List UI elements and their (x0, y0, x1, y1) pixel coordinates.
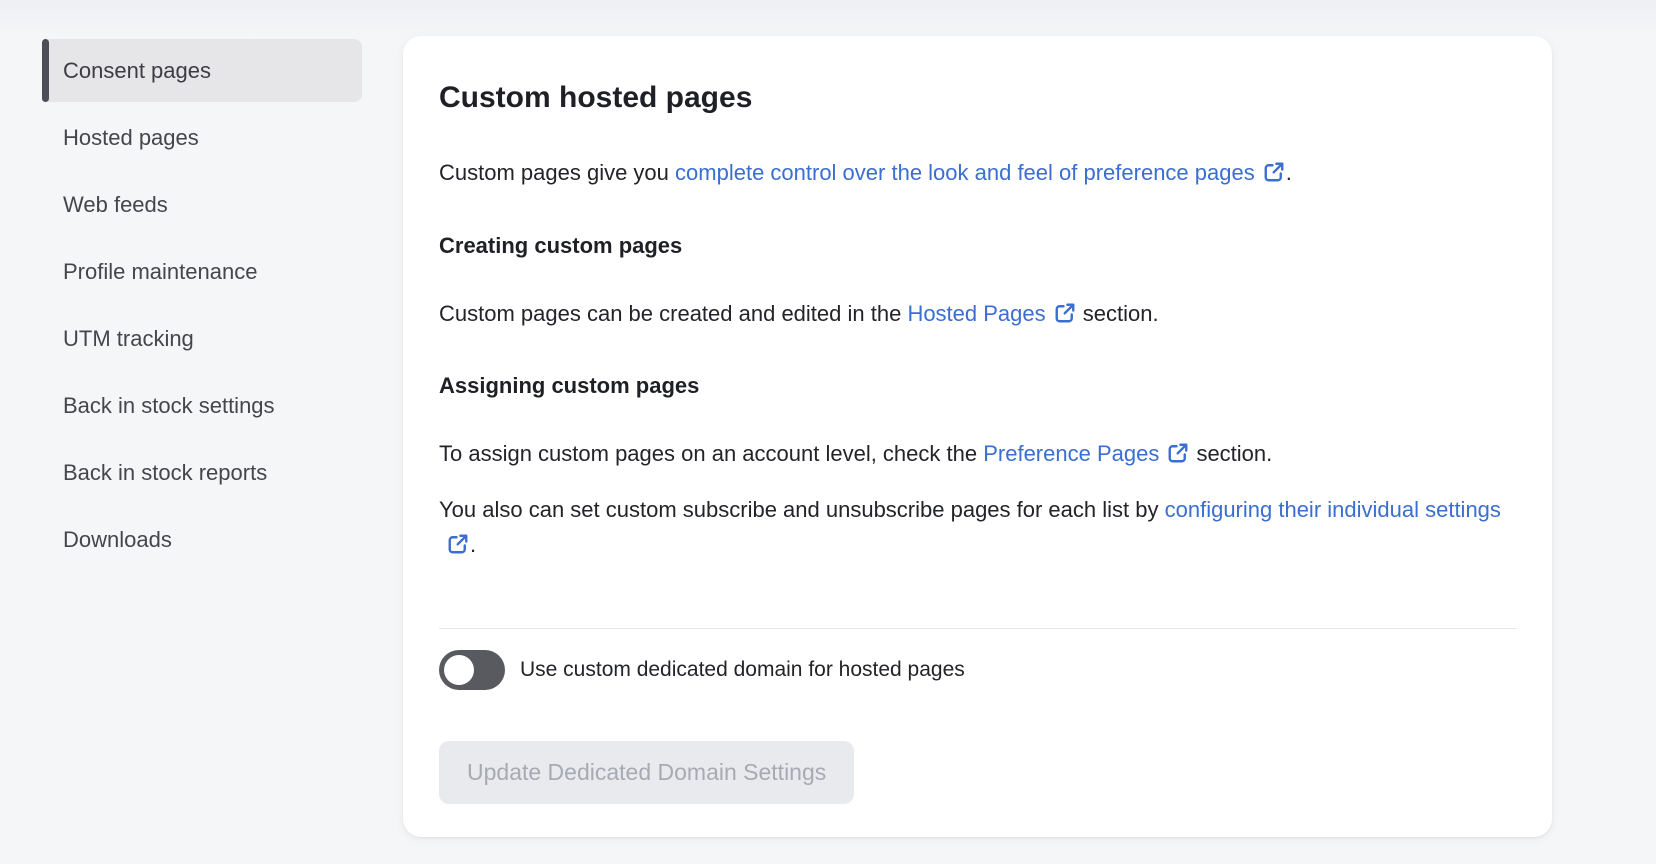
sidebar-item-label: Web feeds (63, 192, 168, 218)
section-divider (439, 628, 1516, 629)
custom-domain-toggle-label: Use custom dedicated domain for hosted p… (520, 658, 965, 682)
creating-text-end: section. (1077, 301, 1159, 326)
link-label: configuring their individual settings (1165, 497, 1501, 522)
sidebar-item-utm-tracking[interactable]: UTM tracking (42, 307, 362, 370)
sidebar-item-label: Hosted pages (63, 125, 199, 151)
assigning-custom-pages-heading: Assigning custom pages (439, 369, 1516, 403)
settings-page: Consent pages Hosted pages Web feeds Pro… (0, 0, 1656, 864)
assigning-text: To assign custom pages on an account lev… (439, 441, 983, 466)
assigning-text-end: section. (1190, 441, 1272, 466)
external-link-icon (446, 532, 470, 556)
creating-custom-pages-heading: Creating custom pages (439, 229, 1516, 263)
sidebar-item-back-in-stock-reports[interactable]: Back in stock reports (42, 441, 362, 504)
preference-pages-control-link[interactable]: complete control over the look and feel … (675, 160, 1286, 185)
intro-text-end: . (1286, 160, 1292, 185)
sidebar-item-web-feeds[interactable]: Web feeds (42, 173, 362, 236)
sidebar-item-label: Back in stock reports (63, 460, 267, 486)
external-link-icon (1166, 441, 1190, 465)
custom-domain-toggle-row: Use custom dedicated domain for hosted p… (439, 650, 1516, 690)
update-dedicated-domain-button[interactable]: Update Dedicated Domain Settings (439, 741, 854, 804)
creating-paragraph: Custom pages can be created and edited i… (439, 296, 1516, 331)
custom-domain-toggle[interactable] (439, 650, 505, 690)
link-label: complete control over the look and feel … (675, 160, 1255, 185)
sidebar-item-profile-maintenance[interactable]: Profile maintenance (42, 240, 362, 303)
sidebar-item-downloads[interactable]: Downloads (42, 508, 362, 571)
link-label: Hosted Pages (907, 301, 1045, 326)
creating-text: Custom pages can be created and edited i… (439, 301, 907, 326)
sidebar-item-label: Profile maintenance (63, 259, 257, 285)
external-link-icon (1262, 160, 1286, 184)
preference-pages-link[interactable]: Preference Pages (983, 441, 1190, 466)
sidebar-item-back-in-stock-settings[interactable]: Back in stock settings (42, 374, 362, 437)
assigning-paragraph: To assign custom pages on an account lev… (439, 436, 1516, 471)
list-settings-paragraph: You also can set custom subscribe and un… (439, 492, 1516, 562)
link-label: Preference Pages (983, 441, 1159, 466)
active-indicator-bar (42, 39, 49, 102)
custom-hosted-pages-card: Custom hosted pages Custom pages give yo… (403, 36, 1552, 837)
external-link-icon (1053, 301, 1077, 325)
hosted-pages-link[interactable]: Hosted Pages (907, 301, 1076, 326)
list-settings-text: You also can set custom subscribe and un… (439, 497, 1165, 522)
list-settings-text-end: . (470, 532, 476, 557)
sidebar-item-label: UTM tracking (63, 326, 194, 352)
toggle-knob (444, 655, 474, 685)
intro-text: Custom pages give you (439, 160, 675, 185)
sidebar-item-consent-pages[interactable]: Consent pages (42, 39, 362, 102)
sidebar-item-label: Downloads (63, 527, 172, 553)
settings-sidebar: Consent pages Hosted pages Web feeds Pro… (42, 39, 362, 575)
intro-paragraph: Custom pages give you complete control o… (439, 155, 1516, 190)
sidebar-item-label: Consent pages (63, 58, 211, 84)
sidebar-item-label: Back in stock settings (63, 393, 275, 419)
card-title: Custom hosted pages (439, 80, 1516, 116)
sidebar-item-hosted-pages[interactable]: Hosted pages (42, 106, 362, 169)
